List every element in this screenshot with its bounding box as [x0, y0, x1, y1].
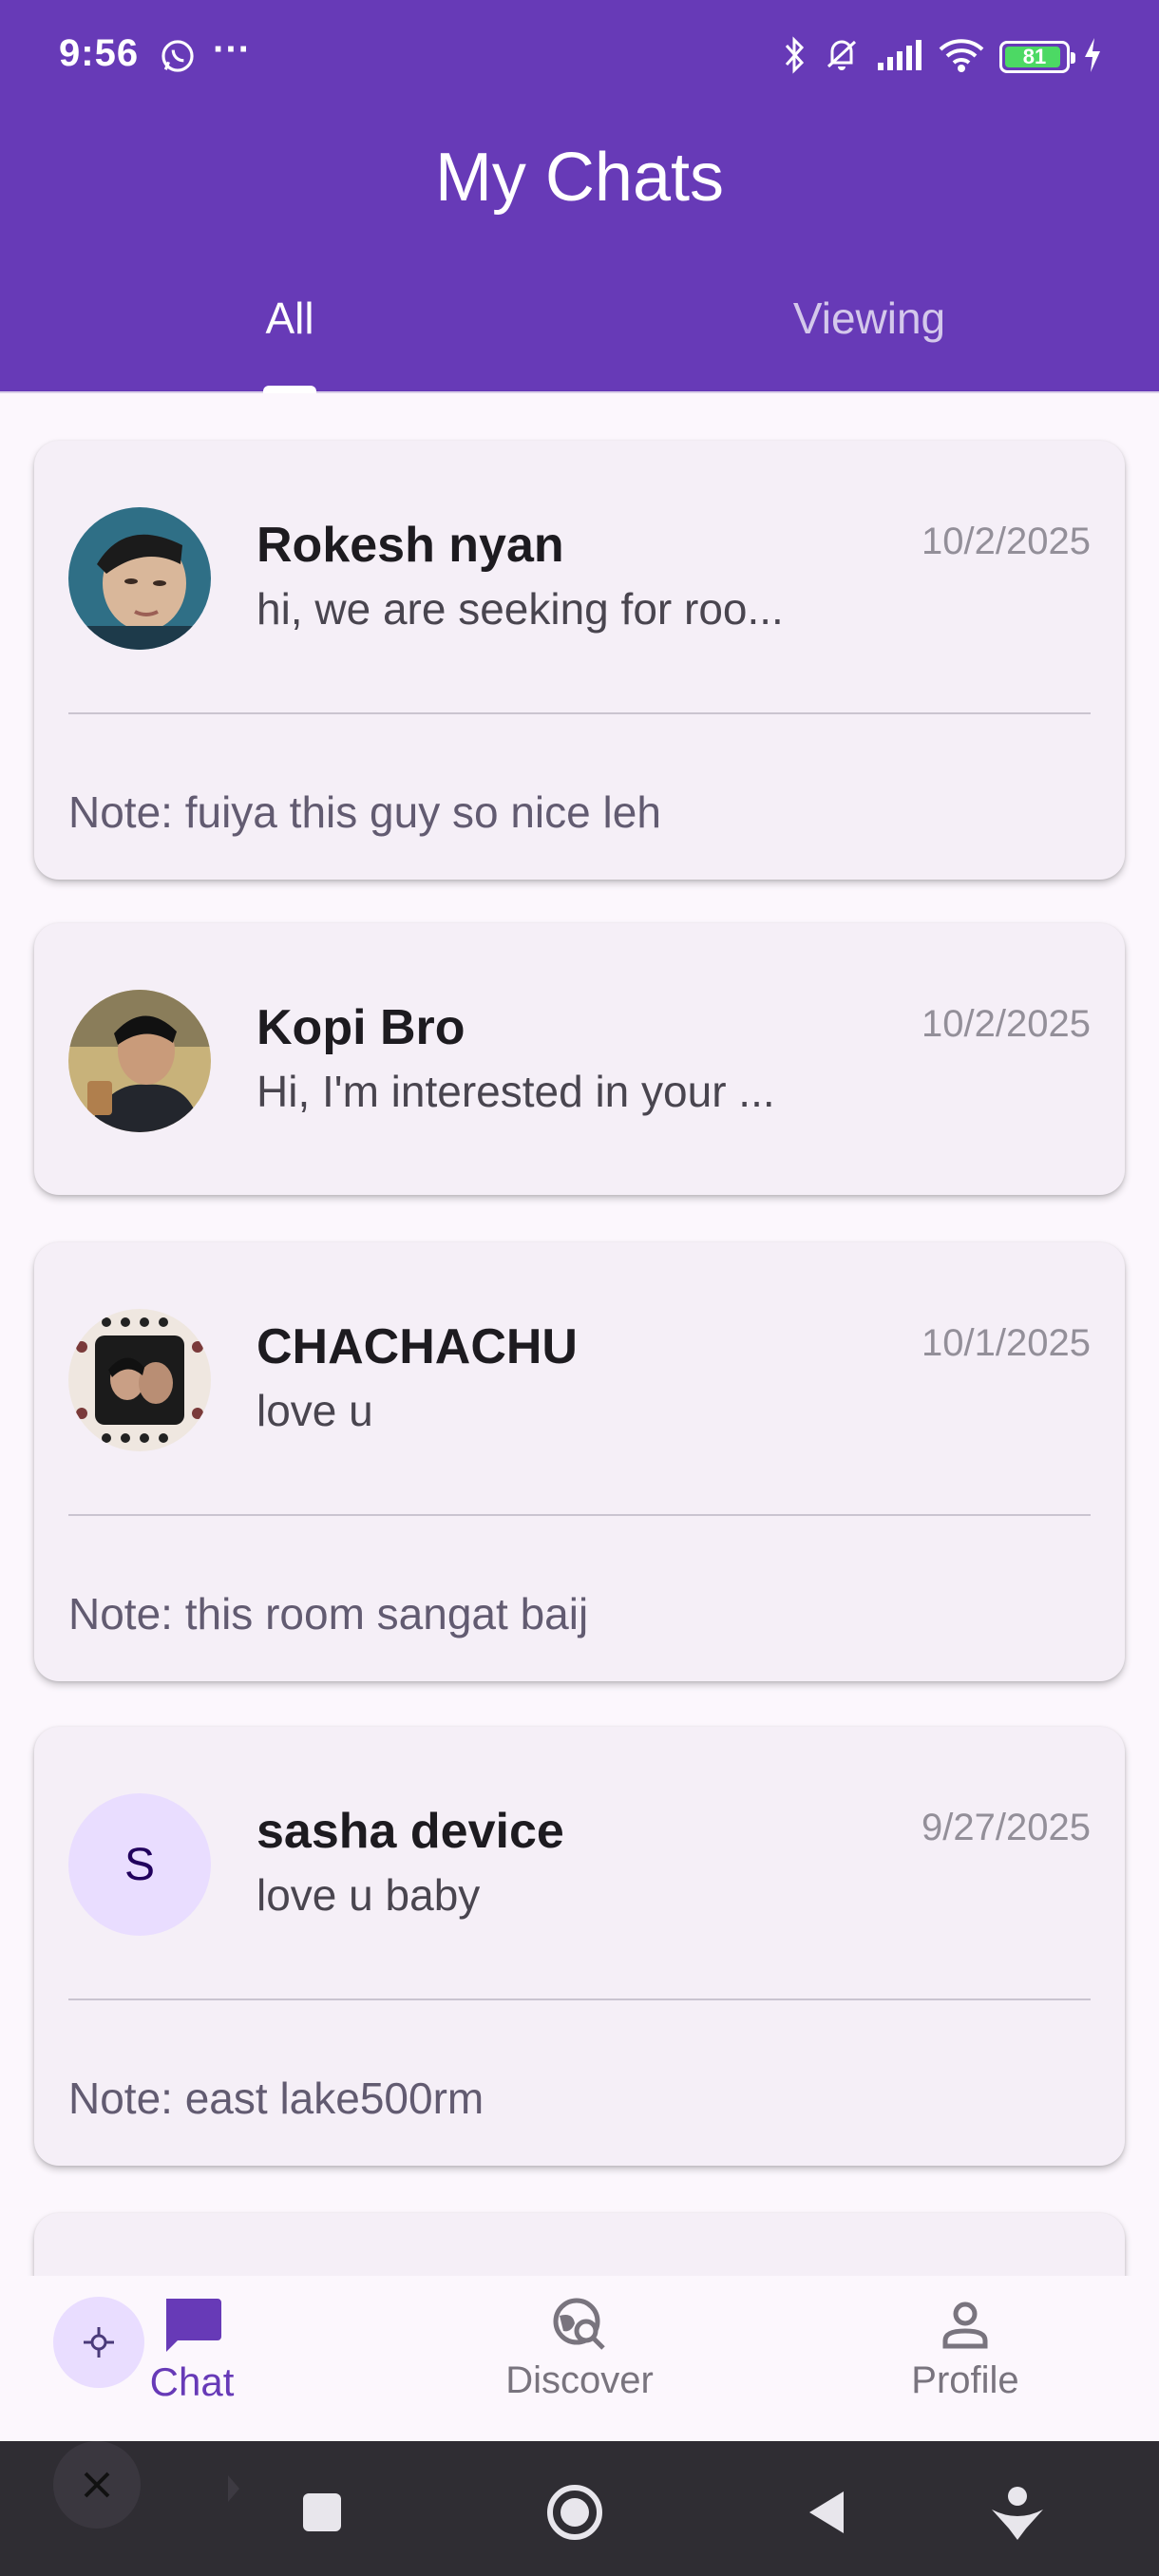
home-circle-icon[interactable]: [545, 2483, 604, 2542]
chat-date: 10/1/2025: [922, 1322, 1091, 1364]
chat-name: Kopi Bro: [256, 1000, 466, 1055]
more-notifications-icon: ···: [213, 28, 251, 70]
page-title: My Chats: [434, 140, 725, 216]
nav-profile-label: Profile: [911, 2359, 1019, 2401]
chat-card[interactable]: CHACHACHU love u 10/1/2025 Note: this ro…: [34, 1242, 1125, 1681]
chat-preview: Hi, I'm interested in your ...: [256, 1067, 775, 1116]
charging-icon: [1083, 36, 1102, 79]
chat-date: 9/27/2025: [922, 1807, 1091, 1848]
expand-arrow-icon[interactable]: [224, 2470, 243, 2508]
assistant-icon[interactable]: [988, 2483, 1047, 2542]
chat-date: 10/2/2025: [922, 521, 1091, 562]
chat-preview: hi, we are seeking for roo...: [256, 584, 784, 634]
divider: [68, 1998, 1091, 2000]
tab-indicator: [263, 386, 316, 393]
back-triangle-icon[interactable]: [806, 2489, 847, 2536]
tab-bar: All Viewing: [0, 285, 1159, 393]
chat-name: sasha device: [256, 1804, 564, 1859]
close-assist-button[interactable]: [53, 2441, 141, 2529]
chat-card[interactable]: Kopi Bro Hi, I'm interested in your ... …: [34, 923, 1125, 1195]
system-navigation-bar: [0, 2441, 1159, 2576]
divider: [68, 712, 1091, 714]
wifi-icon: [937, 36, 986, 79]
nav-chat-label: Chat: [149, 2359, 235, 2404]
avatar: [68, 507, 211, 650]
chat-list[interactable]: Rokesh nyan hi, we are seeking for roo..…: [0, 395, 1159, 2276]
chat-note: Note: fuiya this guy so nice leh: [68, 787, 661, 837]
chat-bubble-icon: [87, 2295, 296, 2354]
chat-name: CHACHACHU: [256, 1319, 578, 1374]
chat-card[interactable]: S sasha device love u baby 9/27/2025 Not…: [34, 1727, 1125, 2166]
chat-preview: love u baby: [256, 1870, 481, 1920]
nav-discover[interactable]: Discover: [475, 2295, 684, 2402]
recents-square-icon[interactable]: [300, 2491, 344, 2534]
whatsapp-notification-icon: [160, 38, 196, 74]
chat-note: Note: this room sangat baij: [68, 1589, 589, 1638]
chat-preview: love u: [256, 1386, 373, 1435]
close-icon: [84, 2472, 110, 2498]
discover-globe-search-icon: [475, 2295, 684, 2354]
app-header: 9:56 ··· 81 My Chats All Viewing: [0, 0, 1159, 393]
bluetooth-icon: [783, 35, 808, 79]
signal-icon: [876, 38, 923, 77]
nav-discover-label: Discover: [505, 2359, 654, 2401]
chat-card[interactable]: [34, 2213, 1125, 2276]
chat-note: Note: east lake500rm: [68, 2074, 484, 2123]
chat-date: 10/2/2025: [922, 1003, 1091, 1045]
avatar: [68, 1309, 211, 1451]
tab-viewing[interactable]: Viewing: [793, 293, 945, 344]
nav-profile[interactable]: Profile: [861, 2295, 1070, 2402]
chat-name: Rokesh nyan: [256, 518, 564, 573]
mute-icon: [821, 36, 863, 79]
nav-chat[interactable]: Chat: [87, 2295, 296, 2405]
battery-percent: 81: [1022, 45, 1047, 68]
battery-icon: 81: [999, 41, 1075, 73]
tab-all[interactable]: All: [265, 293, 314, 344]
chat-card[interactable]: Rokesh nyan hi, we are seeking for roo..…: [34, 441, 1125, 880]
person-icon: [861, 2295, 1070, 2354]
avatar: [68, 990, 211, 1132]
divider: [68, 1514, 1091, 1516]
status-icons: 81: [783, 34, 1102, 80]
avatar: S: [68, 1793, 211, 1936]
status-bar: 9:56 ··· 81: [0, 0, 1159, 114]
status-time: 9:56: [59, 32, 140, 74]
bottom-navigation: Chat Discover Profile: [0, 2276, 1159, 2441]
